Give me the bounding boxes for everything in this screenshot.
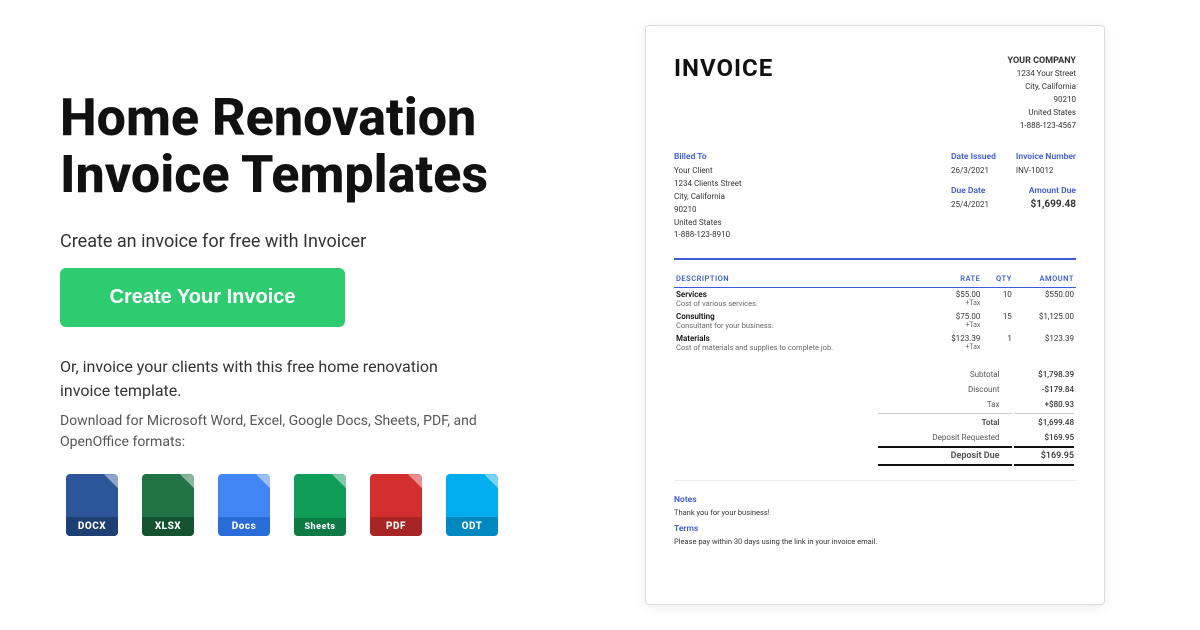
summary-table: Subtotal $1,798.39 Discount -$179.84 Tax… [876,366,1076,468]
invoice-preview: INVOICE YOUR COMPANY 1234 Your Street Ci… [645,25,1105,605]
alt-text: Or, invoice your clients with this free … [60,355,480,403]
item-amount-cell: $123.39 [1014,332,1076,354]
deposit-requested-label: Deposit Requested [878,431,1012,444]
invoice-number-label: Invoice Number [1016,152,1076,162]
invoice-title: INVOICE [674,54,773,82]
item-qty-cell: 1 [982,332,1013,354]
discount-value: -$179.84 [1014,383,1075,396]
summary-deposit-due-row: Deposit Due $169.95 [878,446,1074,466]
item-desc-cell: Consulting Consultant for your business. [674,310,930,332]
table-row: Consulting Consultant for your business.… [674,310,1076,332]
summary-deposit-requested-row: Deposit Requested $169.95 [878,431,1074,444]
invoice-summary: Subtotal $1,798.39 Discount -$179.84 Tax… [674,366,1076,468]
item-desc-cell: Materials Cost of materials and supplies… [674,332,930,354]
terms-value: Please pay within 30 days using the link… [674,536,1076,547]
amount-due-value: $1,699.48 [1016,199,1076,210]
item-rate-cell: $123.39 +Tax [930,332,983,354]
due-date-value: 25/4/2021 [951,199,996,212]
item-amount-cell: $550.00 [1014,288,1076,311]
subtotal-value: $1,798.39 [1014,368,1075,381]
create-invoice-button[interactable]: Create Your Invoice [60,268,345,327]
tax-value: +$80.93 [1014,398,1075,411]
invoice-footer: Notes Thank you for your business! Terms… [674,480,1076,548]
notes-value: Thank you for your business! [674,507,1076,518]
date-issued-block: Date Issued 26/3/2021 Due Date 25/4/2021 [951,152,996,242]
deposit-due-value: $169.95 [1014,446,1075,466]
xlsx-icon[interactable]: XLSX [136,469,200,541]
summary-total-row: Total $1,699.48 [878,413,1074,429]
page-title: Home Renovation Invoice Templates [60,89,510,203]
notes-label: Notes [674,495,1076,505]
invoice-number-value: INV-10012 [1016,165,1076,178]
subtotal-label: Subtotal [878,368,1012,381]
format-icons-container: DOCX XLSX Docs Sheets PDF [60,469,510,541]
company-info: YOUR COMPANY 1234 Your Street City, Cali… [1008,54,1076,132]
col-amount: AMOUNT [1014,270,1076,288]
due-date-label: Due Date [951,186,996,196]
col-rate: RATE [930,270,983,288]
billed-to-block: Billed To Your Client 1234 Clients Stree… [674,152,742,242]
invoice-number-amount-block: Invoice Number INV-10012 Amount Due $1,6… [1016,152,1076,242]
left-panel: Home Renovation Invoice Templates Create… [0,0,570,630]
docx-icon[interactable]: DOCX [60,469,124,541]
item-desc-cell: Services Cost of various services. [674,288,930,311]
terms-label: Terms [674,524,1076,534]
odt-icon[interactable]: ODT [440,469,504,541]
item-rate-cell: $55.00 +Tax [930,288,983,311]
summary-discount-row: Discount -$179.84 [878,383,1074,396]
invoice-billing: Billed To Your Client 1234 Clients Stree… [674,152,1076,242]
item-rate-cell: $75.00 +Tax [930,310,983,332]
total-value: $1,699.48 [1014,413,1075,429]
col-qty: QTY [982,270,1013,288]
download-text: Download for Microsoft Word, Excel, Goog… [60,411,480,453]
billed-to-address: 1234 Clients Street City, California 902… [674,178,742,242]
invoice-header: INVOICE YOUR COMPANY 1234 Your Street Ci… [674,54,1076,132]
company-name: YOUR COMPANY [1008,54,1076,68]
date-issued-value: 26/3/2021 [951,165,996,178]
subtitle-text: Create an invoice for free with Invoicer [60,231,510,252]
pdf-icon[interactable]: PDF [364,469,428,541]
invoice-table: DESCRIPTION RATE QTY AMOUNT Services Cos… [674,270,1076,354]
deposit-requested-value: $169.95 [1014,431,1075,444]
date-issued-label: Date Issued [951,152,996,162]
discount-label: Discount [878,383,1012,396]
billed-to-label: Billed To [674,152,742,162]
item-qty-cell: 10 [982,288,1013,311]
summary-tax-row: Tax +$80.93 [878,398,1074,411]
table-row: Services Cost of various services. $55.0… [674,288,1076,311]
billed-to-name: Your Client [674,165,742,178]
table-row: Materials Cost of materials and supplies… [674,332,1076,354]
amount-due-label: Amount Due [1016,186,1076,196]
deposit-due-label: Deposit Due [878,446,1012,466]
company-address: 1234 Your Street City, California 90210 … [1008,68,1076,132]
right-panel: INVOICE YOUR COMPANY 1234 Your Street Ci… [570,0,1200,630]
total-label: Total [878,413,1012,429]
item-amount-cell: $1,125.00 [1014,310,1076,332]
invoice-divider [674,258,1076,260]
tax-label: Tax [878,398,1012,411]
google-sheets-icon[interactable]: Sheets [288,469,352,541]
col-description: DESCRIPTION [674,270,930,288]
google-docs-icon[interactable]: Docs [212,469,276,541]
item-qty-cell: 15 [982,310,1013,332]
summary-subtotal-row: Subtotal $1,798.39 [878,368,1074,381]
invoice-dates: Date Issued 26/3/2021 Due Date 25/4/2021… [951,152,1076,242]
